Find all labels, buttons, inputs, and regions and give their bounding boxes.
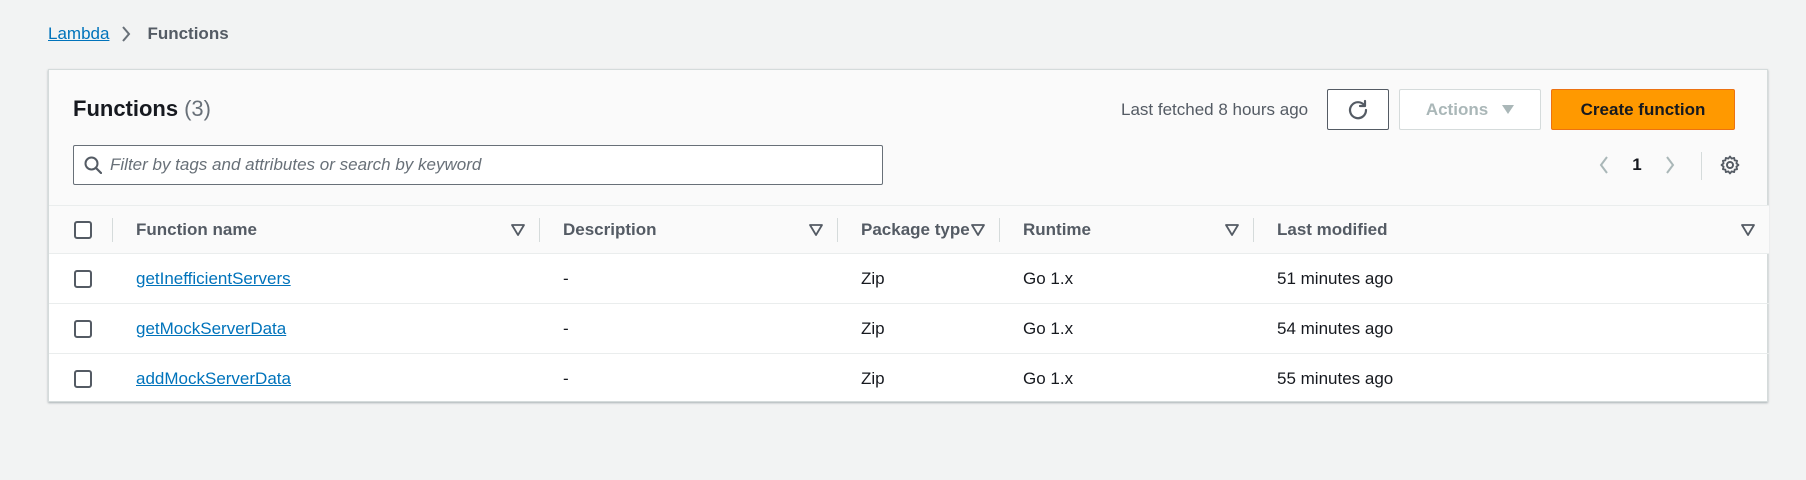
gear-icon[interactable] <box>1715 150 1745 180</box>
column-header-description[interactable]: Description <box>539 205 837 254</box>
sort-caret-icon[interactable] <box>1741 223 1755 236</box>
refresh-icon <box>1347 99 1369 121</box>
column-header-function-name[interactable]: Function name <box>112 205 539 254</box>
column-divider <box>539 218 540 242</box>
actions-dropdown-button[interactable]: Actions <box>1399 89 1541 130</box>
last-modified-cell: 51 minutes ago <box>1277 268 1394 288</box>
last-fetched-text: Last fetched 8 hours ago <box>1121 100 1309 119</box>
column-header-package-type[interactable]: Package type <box>837 205 999 254</box>
row-checkbox[interactable] <box>74 319 92 338</box>
chevron-left-icon[interactable] <box>1589 156 1619 174</box>
column-divider <box>999 218 1000 242</box>
pagination: 1 <box>1589 150 1685 180</box>
row-checkbox[interactable] <box>74 269 92 288</box>
panel-header: Functions (3) Last fetched 8 hours ago Ac… <box>49 70 1767 205</box>
chevron-right-icon[interactable] <box>1655 156 1685 174</box>
refresh-button[interactable] <box>1327 89 1389 130</box>
sort-caret-icon[interactable] <box>809 223 823 236</box>
functions-panel: Functions (3) Last fetched 8 hours ago Ac… <box>48 69 1769 404</box>
page-number[interactable]: 1 <box>1619 155 1655 175</box>
table-header-row: Function name Description Package type R… <box>49 205 1769 254</box>
breadcrumb-current: Functions <box>147 24 229 43</box>
function-name-link[interactable]: getMockServerData <box>136 319 286 338</box>
package-type-cell: Zip <box>861 368 885 388</box>
function-name-link[interactable]: getInefficientServers <box>136 269 291 288</box>
function-name-link[interactable]: addMockServerData <box>136 369 291 388</box>
functions-count: (3) <box>184 96 211 121</box>
title-text: Functions <box>73 96 179 121</box>
runtime-cell: Go 1.x <box>1023 268 1074 288</box>
create-function-label: Create function <box>1580 99 1706 119</box>
runtime-cell: Go 1.x <box>1023 318 1074 338</box>
column-header-label: Runtime <box>1023 219 1091 239</box>
breadcrumb: Lambda Functions <box>48 24 229 44</box>
column-divider <box>837 218 838 242</box>
description-cell: - <box>563 268 569 288</box>
caret-down-icon <box>1502 104 1515 115</box>
column-divider <box>1253 218 1254 242</box>
sort-caret-icon[interactable] <box>971 223 985 236</box>
column-header-label: Package type <box>861 219 970 239</box>
column-header-label: Description <box>563 219 657 239</box>
package-type-cell: Zip <box>861 318 885 338</box>
search-input[interactable] <box>110 155 882 175</box>
package-type-cell: Zip <box>861 268 885 288</box>
column-header-runtime[interactable]: Runtime <box>999 205 1253 254</box>
sort-caret-icon[interactable] <box>1225 223 1239 236</box>
actions-label: Actions <box>1425 99 1489 119</box>
sort-caret-icon[interactable] <box>511 223 525 236</box>
runtime-cell: Go 1.x <box>1023 368 1074 388</box>
functions-table: Function name Description Package type R… <box>49 205 1769 404</box>
column-header-last-modified[interactable]: Last modified <box>1253 205 1769 254</box>
row-checkbox[interactable] <box>74 369 92 388</box>
column-header-label: Last modified <box>1277 219 1388 239</box>
last-modified-cell: 55 minutes ago <box>1277 368 1394 388</box>
chevron-right-icon <box>121 26 131 42</box>
column-divider <box>112 218 113 242</box>
table-row[interactable]: getMockServerData - Zip Go 1.x 54 minute… <box>49 303 1769 354</box>
select-all-checkbox[interactable] <box>74 220 92 239</box>
last-modified-cell: 54 minutes ago <box>1277 318 1394 338</box>
page-title: Functions (3) <box>73 96 211 122</box>
table-row[interactable]: addMockServerData - Zip Go 1.x 55 minute… <box>49 354 1769 404</box>
pager-divider <box>1701 152 1702 180</box>
create-function-button[interactable]: Create function <box>1551 89 1735 130</box>
search-icon <box>84 156 102 174</box>
description-cell: - <box>563 318 569 338</box>
column-header-label: Function name <box>136 219 257 239</box>
breadcrumb-link-lambda[interactable]: Lambda <box>48 24 109 44</box>
select-all-cell <box>49 205 112 254</box>
search-box <box>73 145 883 185</box>
description-cell: - <box>563 368 569 388</box>
table-row[interactable]: getInefficientServers - Zip Go 1.x 51 mi… <box>49 253 1769 304</box>
